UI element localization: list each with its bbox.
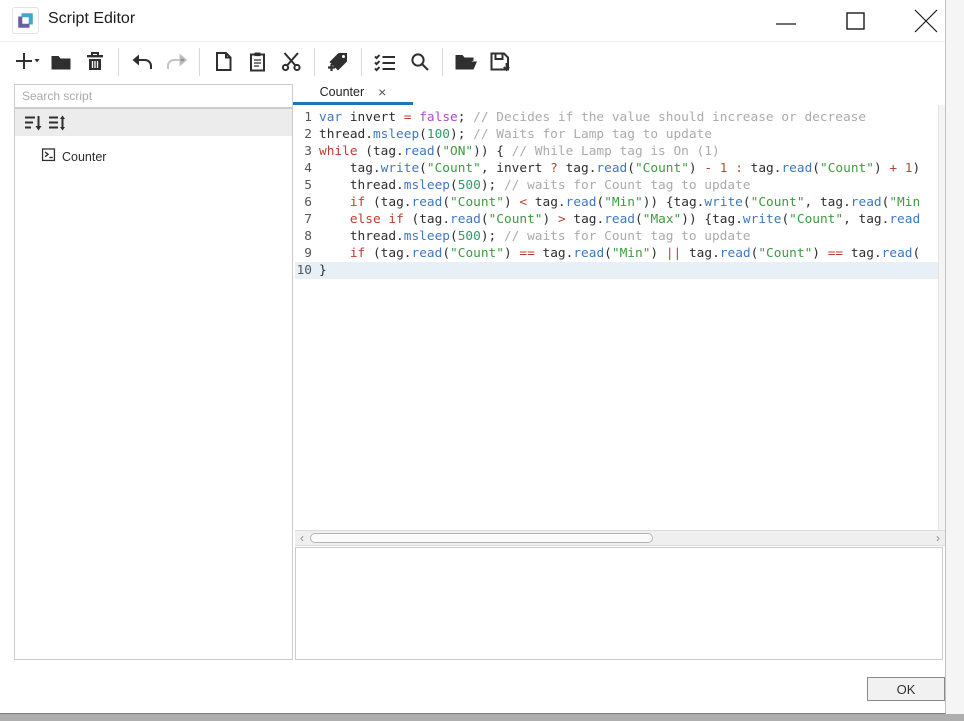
undo-icon[interactable] bbox=[127, 47, 157, 77]
line-number: 1 bbox=[295, 109, 319, 126]
scroll-left-icon[interactable]: ‹ bbox=[296, 531, 308, 545]
maximize-button[interactable] bbox=[834, 4, 878, 38]
script-editor-window: Script Editor Counter bbox=[0, 0, 946, 714]
script-file-icon bbox=[40, 146, 57, 168]
code-line[interactable]: 9 if (tag.read("Count") == tag.read("Min… bbox=[295, 245, 938, 262]
cut-scissors-icon[interactable] bbox=[276, 47, 306, 77]
tab-label: Counter bbox=[320, 85, 364, 99]
scrollbar-thumb[interactable] bbox=[310, 533, 653, 543]
line-number: 5 bbox=[295, 177, 319, 194]
editor-tabstrip: Counter × bbox=[293, 82, 945, 105]
line-number: 8 bbox=[295, 228, 319, 245]
minimize-button[interactable] bbox=[764, 4, 808, 38]
code-line[interactable]: 4 tag.write("Count", invert ? tag.read("… bbox=[295, 160, 938, 177]
search-input[interactable] bbox=[14, 84, 293, 108]
code-line[interactable]: 8 thread.msleep(500); // waits for Count… bbox=[295, 228, 938, 245]
maximize-icon bbox=[843, 8, 869, 34]
app-logo-icon bbox=[12, 7, 39, 34]
scroll-right-icon[interactable]: › bbox=[932, 531, 944, 545]
line-number: 9 bbox=[295, 245, 319, 262]
toolbar-separator bbox=[442, 48, 443, 76]
paste-clipboard-icon[interactable] bbox=[242, 47, 272, 77]
vertical-scrollbar[interactable] bbox=[938, 105, 945, 530]
tree-item-counter[interactable]: Counter bbox=[15, 146, 292, 168]
description-panel[interactable] bbox=[295, 547, 943, 660]
code-line[interactable]: 7 else if (tag.read("Count") > tag.read(… bbox=[295, 211, 938, 228]
code-line[interactable]: 2thread.msleep(100); // Waits for Lamp t… bbox=[295, 126, 938, 143]
code-editor[interactable]: 1var invert = false; // Decides if the v… bbox=[295, 105, 938, 530]
horizontal-scrollbar[interactable]: ‹ › bbox=[295, 530, 945, 546]
tree-item-label: Counter bbox=[62, 150, 106, 164]
script-list-toolbar bbox=[15, 109, 292, 136]
sort-descending-icon[interactable] bbox=[21, 111, 45, 135]
tab-counter[interactable]: Counter × bbox=[293, 82, 413, 105]
folder-open-icon[interactable] bbox=[451, 47, 481, 77]
code-line[interactable]: 5 thread.msleep(500); // waits for Count… bbox=[295, 177, 938, 194]
titlebar: Script Editor bbox=[0, 0, 945, 41]
toolbar-separator bbox=[199, 48, 200, 76]
redo-icon[interactable] bbox=[161, 47, 191, 77]
code-line[interactable]: 1var invert = false; // Decides if the v… bbox=[295, 109, 938, 126]
taskbar-strip bbox=[0, 714, 964, 721]
checklist-icon[interactable] bbox=[370, 47, 400, 77]
add-script-icon[interactable] bbox=[12, 47, 42, 77]
toolbar-separator bbox=[314, 48, 315, 76]
line-number: 10 bbox=[295, 262, 319, 279]
ok-button[interactable]: OK bbox=[867, 677, 945, 701]
tab-close-icon[interactable]: × bbox=[378, 85, 386, 99]
window-title: Script Editor bbox=[48, 10, 135, 28]
minimize-icon bbox=[773, 8, 799, 34]
code-line[interactable]: 3while (tag.read("ON")) { // While Lamp … bbox=[295, 143, 938, 160]
tag-add-icon[interactable] bbox=[323, 47, 353, 77]
search-icon[interactable] bbox=[404, 47, 434, 77]
folder-icon[interactable] bbox=[46, 47, 76, 77]
script-list-panel: Counter bbox=[14, 108, 293, 660]
toolbar-separator bbox=[361, 48, 362, 76]
save-icon[interactable] bbox=[485, 47, 515, 77]
main-toolbar bbox=[0, 41, 945, 81]
sort-updown-icon[interactable] bbox=[45, 111, 69, 135]
toolbar-separator bbox=[118, 48, 119, 76]
script-tree: Counter bbox=[15, 136, 292, 168]
delete-trash-icon[interactable] bbox=[80, 47, 110, 77]
close-button[interactable] bbox=[904, 4, 948, 38]
code-line[interactable]: 6 if (tag.read("Count") < tag.read("Min"… bbox=[295, 194, 938, 211]
code-line[interactable]: 10} bbox=[295, 262, 938, 279]
line-number: 4 bbox=[295, 160, 319, 177]
line-number: 3 bbox=[295, 143, 319, 160]
close-icon bbox=[912, 7, 940, 35]
line-number: 2 bbox=[295, 126, 319, 143]
copy-document-icon[interactable] bbox=[208, 47, 238, 77]
line-number: 6 bbox=[295, 194, 319, 211]
line-number: 7 bbox=[295, 211, 319, 228]
